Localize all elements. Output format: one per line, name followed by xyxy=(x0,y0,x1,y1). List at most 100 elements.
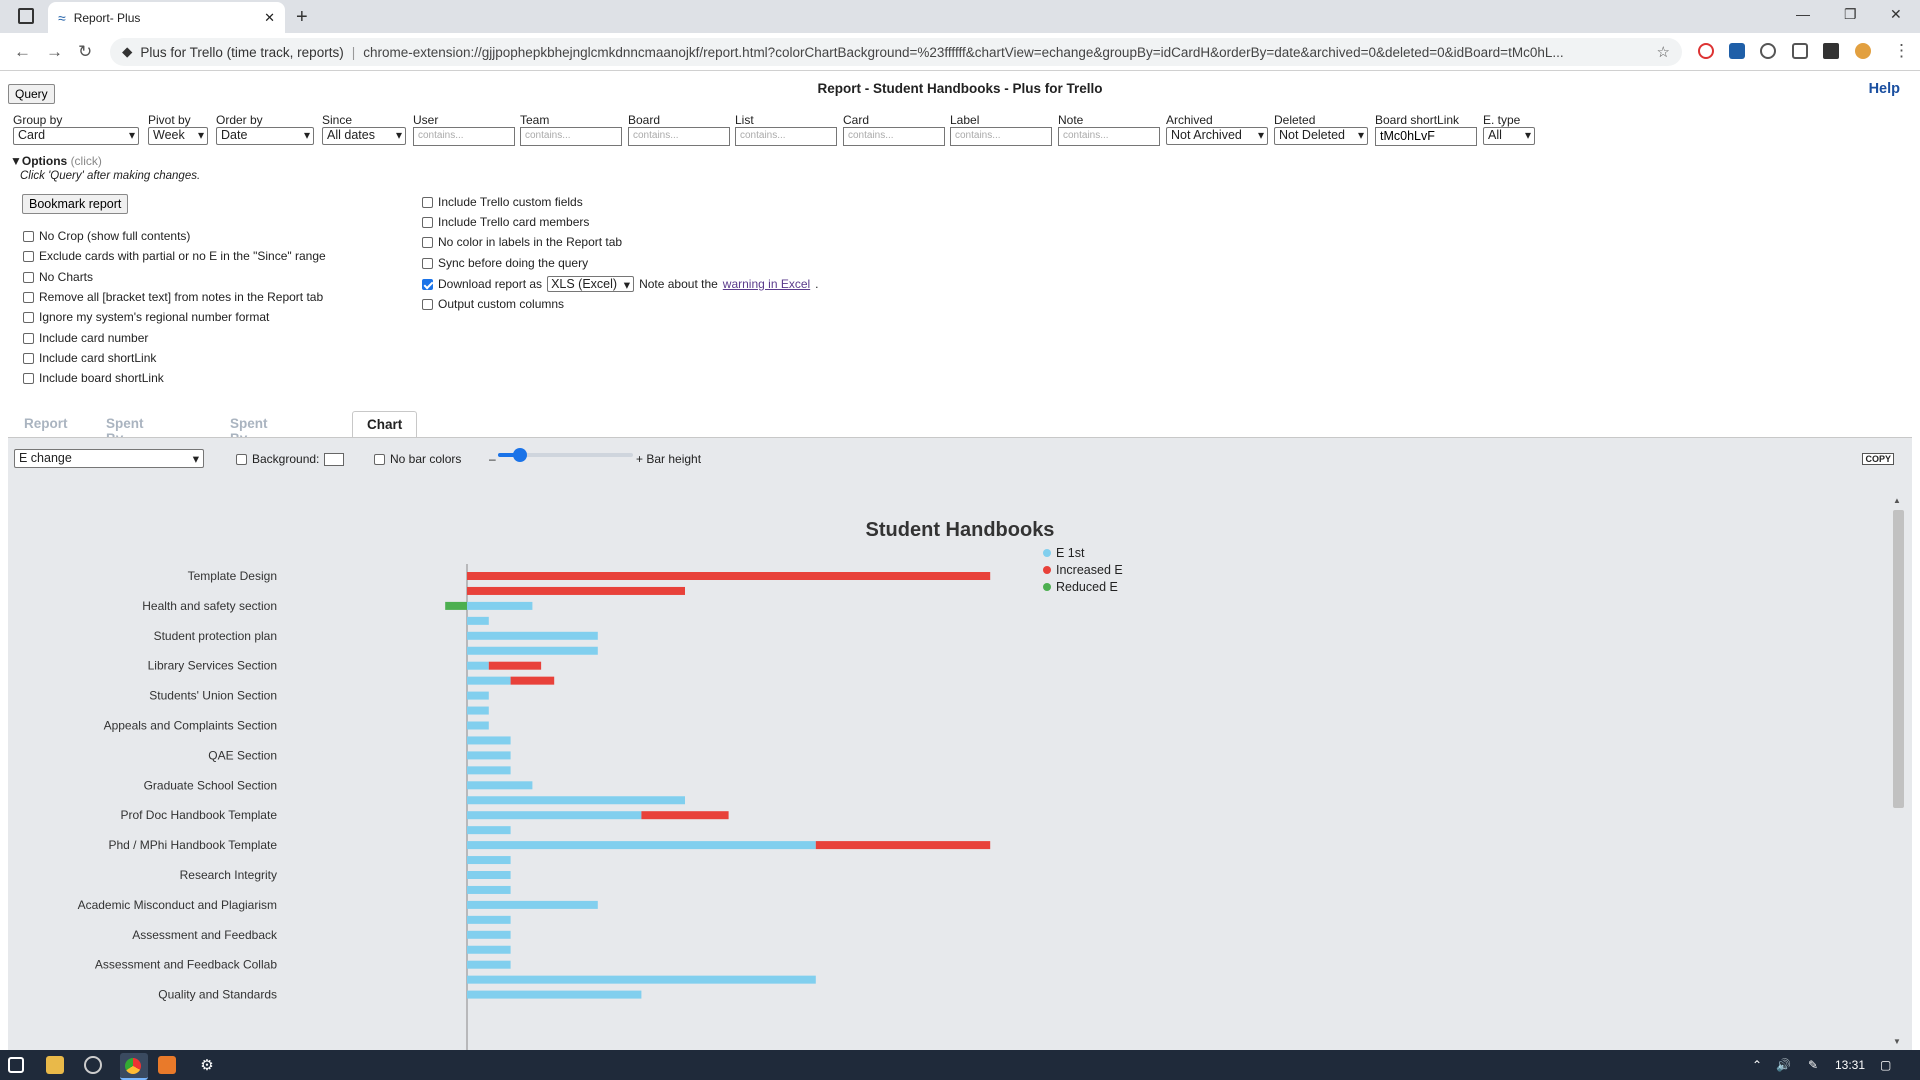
checkbox[interactable] xyxy=(23,372,34,384)
bar-e-1st[interactable] xyxy=(467,751,511,760)
extensions-puzzle-icon[interactable] xyxy=(1823,43,1839,59)
checkbox[interactable] xyxy=(422,298,433,310)
forward-icon[interactable]: → xyxy=(46,42,63,62)
close-tab-icon[interactable]: ✕ xyxy=(264,10,275,26)
checkbox[interactable] xyxy=(23,291,34,303)
option-remove-bracket[interactable]: Remove all [bracket text] from notes in … xyxy=(23,290,323,304)
filter-deleted[interactable]: Deleted Not Deleted xyxy=(1274,113,1368,145)
user-input[interactable]: contains... xyxy=(413,127,515,146)
bar-e-1st[interactable] xyxy=(467,826,511,835)
option-board-shortlink[interactable]: Include board shortLink xyxy=(23,371,164,385)
teams-icon[interactable] xyxy=(158,1056,176,1074)
restore-icon[interactable]: ❐ xyxy=(1844,6,1857,23)
notification-icon[interactable]: ▢ xyxy=(1880,1058,1891,1072)
checkbox[interactable] xyxy=(422,216,433,228)
bar-increased-e[interactable] xyxy=(815,841,991,850)
tray-chevron-icon[interactable]: ⌃ xyxy=(1752,1058,1762,1072)
group-by-select[interactable]: Card xyxy=(13,127,139,145)
e-type-select[interactable]: All xyxy=(1483,127,1535,145)
option-sync-before[interactable]: Sync before doing the query xyxy=(422,256,588,270)
pivot-by-select[interactable]: Week xyxy=(148,127,208,145)
menu-kebab-icon[interactable]: ⋮ xyxy=(1893,41,1910,61)
volume-icon[interactable]: 🔊 xyxy=(1776,1058,1791,1072)
windows-start-icon[interactable] xyxy=(8,1057,24,1073)
filter-list[interactable]: List contains... xyxy=(735,113,837,146)
filter-archived[interactable]: Archived Not Archived xyxy=(1166,113,1268,145)
order-by-select[interactable]: Date xyxy=(216,127,314,145)
clock-text[interactable]: 13:31 xyxy=(1835,1058,1865,1072)
since-select[interactable]: All dates xyxy=(322,127,406,145)
bar-e-1st[interactable] xyxy=(467,990,642,999)
scroll-up-icon[interactable]: ▲ xyxy=(1893,496,1901,505)
option-download-report[interactable]: Download report as XLS (Excel) Note abou… xyxy=(422,276,819,292)
bar-e-1st[interactable] xyxy=(467,915,511,924)
app-icon[interactable] xyxy=(18,8,34,24)
bar-increased-e[interactable] xyxy=(510,676,555,685)
option-no-crop[interactable]: No Crop (show full contents) xyxy=(23,229,190,243)
checkbox[interactable] xyxy=(23,352,34,364)
bar-reduced-e[interactable] xyxy=(445,601,467,610)
tab-spent-by-board[interactable]: Spent By Board xyxy=(216,411,283,461)
deleted-select[interactable]: Not Deleted xyxy=(1274,127,1368,145)
bar-e-1st[interactable] xyxy=(467,691,489,700)
label-input[interactable]: contains... xyxy=(950,127,1052,146)
profile-avatar[interactable] xyxy=(1855,43,1871,59)
options-toggle[interactable]: ▼Options (click) xyxy=(10,154,102,168)
bar-e-1st[interactable] xyxy=(467,676,511,685)
bar-increased-e[interactable] xyxy=(467,572,991,580)
option-no-charts[interactable]: No Charts xyxy=(23,270,93,284)
bar-e-1st[interactable] xyxy=(467,766,511,775)
filter-board-shortlink[interactable]: Board shortLink tMc0hLvF xyxy=(1375,113,1477,146)
checkbox[interactable] xyxy=(422,257,433,269)
bar-e-1st[interactable] xyxy=(467,975,816,984)
bar-e-1st[interactable] xyxy=(467,900,598,909)
bar-e-1st[interactable] xyxy=(467,646,598,655)
bar-e-1st[interactable] xyxy=(467,616,489,625)
filter-order-by[interactable]: Order by Date xyxy=(216,113,314,145)
extension-icon-3[interactable] xyxy=(1760,43,1776,59)
chart-scrollbar[interactable]: ▲ ▼ xyxy=(1890,496,1904,1046)
checkbox[interactable] xyxy=(23,311,34,323)
option-ignore-regional[interactable]: Ignore my system's regional number forma… xyxy=(23,310,269,324)
extension-icon-2[interactable] xyxy=(1729,43,1745,59)
help-link[interactable]: Help xyxy=(1869,81,1900,97)
option-card-shortlink[interactable]: Include card shortLink xyxy=(23,351,156,365)
bar-e-1st[interactable] xyxy=(467,856,511,865)
filter-pivot-by[interactable]: Pivot by Week xyxy=(148,113,208,145)
omnibox[interactable]: ◆ Plus for Trello (time track, reports) … xyxy=(110,38,1682,66)
pen-icon[interactable]: ✎ xyxy=(1808,1058,1818,1072)
checkbox-checked[interactable] xyxy=(422,278,433,290)
bar-e-1st[interactable] xyxy=(467,601,533,610)
download-format-select[interactable]: XLS (Excel) xyxy=(547,276,635,292)
bar-e-1st[interactable] xyxy=(467,706,489,715)
bar-e-1st[interactable] xyxy=(467,885,511,894)
filter-card[interactable]: Card contains... xyxy=(843,113,945,146)
board-input[interactable]: contains... xyxy=(628,127,730,146)
close-window-icon[interactable]: ✕ xyxy=(1890,6,1902,23)
bar-e-1st[interactable] xyxy=(467,796,685,805)
filter-since[interactable]: Since All dates xyxy=(322,113,406,145)
bar-increased-e[interactable] xyxy=(488,661,542,670)
note-input[interactable]: contains... xyxy=(1058,127,1160,146)
bar-e-1st[interactable] xyxy=(467,631,598,640)
checkbox[interactable] xyxy=(23,271,34,283)
checkbox[interactable] xyxy=(23,230,34,242)
tab-spent-by-user[interactable]: Spent By User xyxy=(92,411,158,461)
filter-board[interactable]: Board contains... xyxy=(628,113,730,146)
filter-group-by[interactable]: Group by Card xyxy=(13,113,139,145)
bar-increased-e[interactable] xyxy=(467,586,685,595)
option-exclude-cards[interactable]: Exclude cards with partial or no E in th… xyxy=(23,249,326,263)
bar-e-1st[interactable] xyxy=(467,945,511,954)
back-icon[interactable]: ← xyxy=(14,42,31,62)
checkbox[interactable] xyxy=(422,236,433,248)
new-tab-button[interactable]: + xyxy=(296,6,308,29)
archived-select[interactable]: Not Archived xyxy=(1166,127,1268,145)
settings-gear-icon[interactable]: ⚙ xyxy=(198,1056,216,1074)
file-explorer-icon[interactable] xyxy=(46,1056,64,1074)
filter-note[interactable]: Note contains... xyxy=(1058,113,1160,146)
clock-app-icon[interactable] xyxy=(84,1056,102,1074)
bar-increased-e[interactable] xyxy=(641,811,729,820)
bookmark-report-button[interactable]: Bookmark report xyxy=(22,194,129,214)
bar-e-1st[interactable] xyxy=(467,841,816,850)
option-no-label-color[interactable]: No color in labels in the Report tab xyxy=(422,235,622,249)
